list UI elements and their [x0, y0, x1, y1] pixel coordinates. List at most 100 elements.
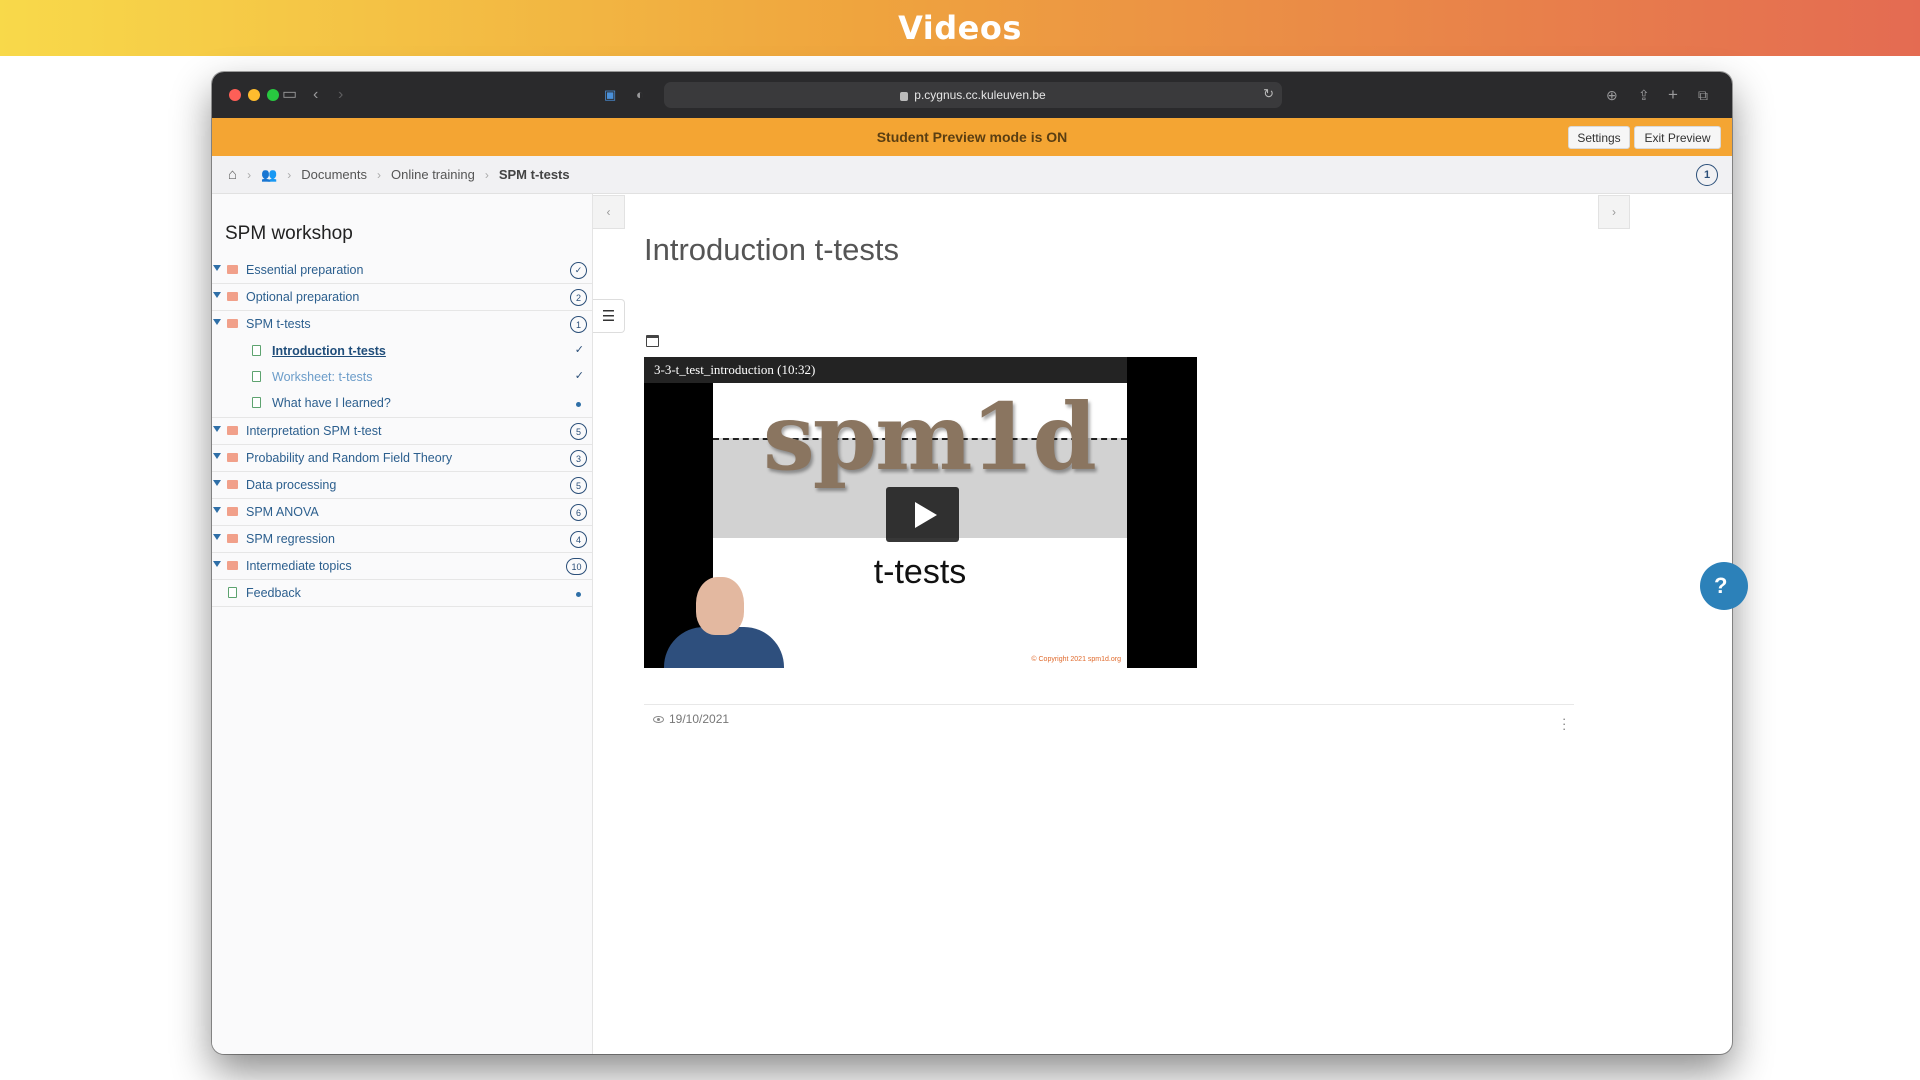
presenter-webcam: [654, 577, 784, 668]
sidebar-item-optional-preparation[interactable]: Optional preparation 2: [212, 284, 592, 311]
help-button[interactable]: ?: [1700, 562, 1748, 610]
document-icon: [252, 371, 261, 382]
play-button[interactable]: [886, 487, 959, 542]
breadcrumb: ⌂ › 👥 › Documents › Online training › SP…: [212, 156, 1732, 194]
caret-down-icon[interactable]: [213, 561, 221, 567]
count-badge: 10: [566, 558, 587, 575]
forward-icon[interactable]: ›: [338, 84, 343, 106]
caret-down-icon[interactable]: [213, 534, 221, 540]
sidebar-toggle-icon[interactable]: ▭: [282, 84, 297, 106]
group-icon[interactable]: 👥: [261, 167, 277, 183]
status-dot-icon: [576, 402, 581, 407]
slide-logo: spm1d: [763, 383, 1097, 491]
document-icon: [252, 345, 261, 356]
sidebar-item-intermediate-topics[interactable]: Intermediate topics 10: [212, 553, 592, 580]
sidebar-item-introduction-t-tests[interactable]: Introduction t-tests ✓: [212, 338, 592, 364]
sidebar-item-interpretation-spm-t-test[interactable]: Interpretation SPM t-test 5: [212, 418, 592, 445]
sidebar-item-label: SPM ANOVA: [246, 505, 319, 519]
sidebar-item-feedback[interactable]: Feedback: [212, 580, 592, 607]
date-text: 19/10/2021: [669, 712, 730, 726]
close-window-button[interactable]: [229, 89, 241, 101]
minimize-window-button[interactable]: [248, 89, 260, 101]
browser-toolbar: ▭ ‹ › ▣ ◐ p.cygnus.cc.kuleuven.be ↻ ⊕ ⇪ …: [212, 72, 1732, 118]
outline-list-icon: ☰: [601, 308, 616, 325]
sidebar-item-spm-t-tests[interactable]: SPM t-tests 1: [212, 311, 592, 338]
folder-icon: [227, 480, 238, 489]
exit-preview-button[interactable]: Exit Preview: [1634, 126, 1721, 149]
folder-icon: [227, 265, 238, 274]
zoom-window-button[interactable]: [267, 89, 279, 101]
new-tab-icon[interactable]: +: [1668, 84, 1678, 106]
breadcrumb-documents[interactable]: Documents: [301, 167, 367, 182]
tab-overview-icon[interactable]: ⧉: [1698, 84, 1708, 106]
banner-title: Videos: [898, 9, 1022, 47]
count-badge: 2: [570, 289, 587, 306]
sidebar-item-label: Intermediate topics: [246, 559, 352, 573]
caret-down-icon[interactable]: [213, 319, 221, 325]
breadcrumb-separator: ›: [484, 167, 489, 182]
help-label: ?: [1714, 573, 1728, 598]
count-badge: 4: [570, 531, 587, 548]
browser-window: ▭ ‹ › ▣ ◐ p.cygnus.cc.kuleuven.be ↻ ⊕ ⇪ …: [212, 72, 1732, 1054]
breadcrumb-current: SPM t-tests: [498, 167, 570, 182]
sidebar-item-what-have-i-learned[interactable]: What have I learned?: [212, 390, 592, 418]
count-badge: 5: [570, 423, 587, 440]
sidebar-item-worksheet-t-tests[interactable]: Worksheet: t-tests ✓: [212, 364, 592, 390]
folder-icon: [227, 319, 238, 328]
sidebar-item-essential-preparation[interactable]: Essential preparation ✓: [212, 257, 592, 284]
sidebar-item-label: What have I learned?: [272, 396, 391, 410]
sidebar-item-label: SPM regression: [246, 532, 335, 546]
sidebar-item-label: Optional preparation: [246, 290, 360, 304]
download-icon[interactable]: ⊕: [1606, 84, 1618, 106]
more-options-icon[interactable]: · · ·: [1562, 712, 1566, 735]
sidebar-item-spm-anova[interactable]: SPM ANOVA 6: [212, 499, 592, 526]
notification-badge[interactable]: 1: [1696, 164, 1718, 186]
folder-icon: [227, 507, 238, 516]
share-icon[interactable]: ⇪: [1638, 84, 1650, 106]
toggle-outline-button[interactable]: ☰: [593, 299, 625, 333]
extension-icon[interactable]: ▣: [604, 84, 616, 106]
sidebar-item-label: Probability and Random Field Theory: [246, 451, 453, 465]
shield-icon[interactable]: ◐: [636, 84, 644, 106]
reload-icon[interactable]: ↻: [1263, 86, 1274, 102]
chevron-left-icon: ‹: [606, 205, 611, 219]
status-dot-icon: [576, 592, 581, 597]
sidebar-item-spm-regression[interactable]: SPM regression 4: [212, 526, 592, 553]
video-caption: 3-3-t_test_introduction (10:32): [644, 357, 1127, 383]
caret-down-icon[interactable]: [213, 453, 221, 459]
sidebar-title: SPM workshop: [225, 223, 353, 244]
sidebar-item-label: Worksheet: t-tests: [272, 370, 373, 384]
window-controls: [229, 89, 279, 101]
fullscreen-icon[interactable]: [646, 335, 659, 347]
settings-button[interactable]: Settings: [1568, 126, 1630, 149]
sidebar-item-data-processing[interactable]: Data processing 5: [212, 472, 592, 499]
home-icon[interactable]: ⌂: [228, 166, 237, 183]
count-badge: 1: [570, 316, 587, 333]
chevron-right-icon: ›: [1612, 205, 1616, 219]
previous-page-button[interactable]: ‹: [593, 195, 625, 229]
view-date: 19/10/2021: [653, 712, 729, 726]
caret-down-icon[interactable]: [213, 265, 221, 271]
sidebar-item-label: Interpretation SPM t-test: [246, 424, 382, 438]
next-page-button[interactable]: ›: [1598, 195, 1630, 229]
caret-down-icon[interactable]: [213, 426, 221, 432]
caret-down-icon[interactable]: [213, 292, 221, 298]
count-badge: 6: [570, 504, 587, 521]
lock-icon: [900, 91, 909, 101]
course-tree: Essential preparation ✓ Optional prepara…: [212, 257, 592, 607]
address-bar[interactable]: p.cygnus.cc.kuleuven.be ↻: [664, 82, 1282, 108]
caret-down-icon[interactable]: [213, 507, 221, 513]
check-icon: ✓: [574, 370, 584, 382]
breadcrumb-online-training[interactable]: Online training: [391, 167, 475, 182]
video-player[interactable]: spm1d t-tests © Copyright 2021 spm1d.org…: [644, 357, 1197, 668]
document-icon: [252, 397, 261, 408]
check-icon: ✓: [574, 344, 584, 356]
sidebar-item-probability-random-field-theory[interactable]: Probability and Random Field Theory 3: [212, 445, 592, 472]
meta-divider: [644, 704, 1574, 705]
folder-icon: [227, 534, 238, 543]
back-icon[interactable]: ‹: [313, 84, 318, 106]
folder-icon: [227, 561, 238, 570]
document-icon: [228, 587, 237, 598]
caret-down-icon[interactable]: [213, 480, 221, 486]
folder-icon: [227, 426, 238, 435]
